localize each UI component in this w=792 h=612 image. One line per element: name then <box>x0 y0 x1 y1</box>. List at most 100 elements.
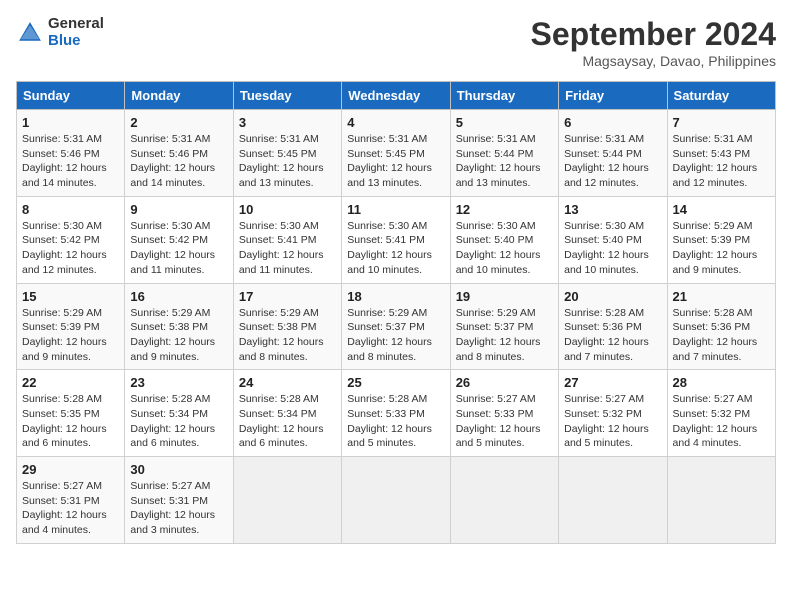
day-info: Sunrise: 5:29 AMSunset: 5:38 PMDaylight:… <box>130 306 227 365</box>
day-info: Sunrise: 5:31 AMSunset: 5:45 PMDaylight:… <box>347 132 444 191</box>
day-number: 23 <box>130 375 227 390</box>
calendar-cell <box>233 457 341 544</box>
calendar-cell: 12 Sunrise: 5:30 AMSunset: 5:40 PMDaylig… <box>450 196 558 283</box>
day-info: Sunrise: 5:27 AMSunset: 5:32 PMDaylight:… <box>673 392 770 451</box>
day-info: Sunrise: 5:30 AMSunset: 5:41 PMDaylight:… <box>239 219 336 278</box>
day-info: Sunrise: 5:29 AMSunset: 5:39 PMDaylight:… <box>22 306 119 365</box>
calendar-cell: 6 Sunrise: 5:31 AMSunset: 5:44 PMDayligh… <box>559 110 667 197</box>
day-number: 7 <box>673 115 770 130</box>
calendar-cell: 21 Sunrise: 5:28 AMSunset: 5:36 PMDaylig… <box>667 283 775 370</box>
day-info: Sunrise: 5:31 AMSunset: 5:45 PMDaylight:… <box>239 132 336 191</box>
day-number: 16 <box>130 289 227 304</box>
calendar-header-row: SundayMondayTuesdayWednesdayThursdayFrid… <box>17 82 776 110</box>
logo-blue: Blue <box>48 33 104 50</box>
day-info: Sunrise: 5:31 AMSunset: 5:43 PMDaylight:… <box>673 132 770 191</box>
logo-general: General <box>48 16 104 33</box>
day-info: Sunrise: 5:27 AMSunset: 5:31 PMDaylight:… <box>22 479 119 538</box>
calendar-week-row: 15 Sunrise: 5:29 AMSunset: 5:39 PMDaylig… <box>17 283 776 370</box>
calendar-week-row: 1 Sunrise: 5:31 AMSunset: 5:46 PMDayligh… <box>17 110 776 197</box>
calendar-cell: 17 Sunrise: 5:29 AMSunset: 5:38 PMDaylig… <box>233 283 341 370</box>
calendar-cell: 13 Sunrise: 5:30 AMSunset: 5:40 PMDaylig… <box>559 196 667 283</box>
calendar-cell: 24 Sunrise: 5:28 AMSunset: 5:34 PMDaylig… <box>233 370 341 457</box>
day-info: Sunrise: 5:28 AMSunset: 5:33 PMDaylight:… <box>347 392 444 451</box>
day-header-sunday: Sunday <box>17 82 125 110</box>
calendar-cell: 19 Sunrise: 5:29 AMSunset: 5:37 PMDaylig… <box>450 283 558 370</box>
day-number: 4 <box>347 115 444 130</box>
day-number: 9 <box>130 202 227 217</box>
calendar-cell: 28 Sunrise: 5:27 AMSunset: 5:32 PMDaylig… <box>667 370 775 457</box>
day-info: Sunrise: 5:27 AMSunset: 5:33 PMDaylight:… <box>456 392 553 451</box>
day-number: 29 <box>22 462 119 477</box>
calendar-cell: 29 Sunrise: 5:27 AMSunset: 5:31 PMDaylig… <box>17 457 125 544</box>
calendar-cell <box>342 457 450 544</box>
calendar-cell: 10 Sunrise: 5:30 AMSunset: 5:41 PMDaylig… <box>233 196 341 283</box>
day-number: 2 <box>130 115 227 130</box>
day-info: Sunrise: 5:28 AMSunset: 5:36 PMDaylight:… <box>673 306 770 365</box>
day-number: 12 <box>456 202 553 217</box>
calendar-cell: 23 Sunrise: 5:28 AMSunset: 5:34 PMDaylig… <box>125 370 233 457</box>
calendar-cell: 25 Sunrise: 5:28 AMSunset: 5:33 PMDaylig… <box>342 370 450 457</box>
day-info: Sunrise: 5:29 AMSunset: 5:39 PMDaylight:… <box>673 219 770 278</box>
calendar-cell: 16 Sunrise: 5:29 AMSunset: 5:38 PMDaylig… <box>125 283 233 370</box>
calendar-cell: 15 Sunrise: 5:29 AMSunset: 5:39 PMDaylig… <box>17 283 125 370</box>
calendar-cell: 3 Sunrise: 5:31 AMSunset: 5:45 PMDayligh… <box>233 110 341 197</box>
day-number: 19 <box>456 289 553 304</box>
day-number: 1 <box>22 115 119 130</box>
day-number: 11 <box>347 202 444 217</box>
day-header-thursday: Thursday <box>450 82 558 110</box>
calendar-cell: 4 Sunrise: 5:31 AMSunset: 5:45 PMDayligh… <box>342 110 450 197</box>
day-info: Sunrise: 5:28 AMSunset: 5:34 PMDaylight:… <box>239 392 336 451</box>
calendar-cell: 22 Sunrise: 5:28 AMSunset: 5:35 PMDaylig… <box>17 370 125 457</box>
calendar-cell: 11 Sunrise: 5:30 AMSunset: 5:41 PMDaylig… <box>342 196 450 283</box>
day-info: Sunrise: 5:29 AMSunset: 5:38 PMDaylight:… <box>239 306 336 365</box>
calendar-cell <box>667 457 775 544</box>
logo-icon <box>16 19 44 47</box>
day-number: 25 <box>347 375 444 390</box>
calendar-cell: 5 Sunrise: 5:31 AMSunset: 5:44 PMDayligh… <box>450 110 558 197</box>
calendar-cell: 20 Sunrise: 5:28 AMSunset: 5:36 PMDaylig… <box>559 283 667 370</box>
calendar-table: SundayMondayTuesdayWednesdayThursdayFrid… <box>16 81 776 544</box>
title-block: September 2024 Magsaysay, Davao, Philipp… <box>531 16 776 69</box>
day-number: 3 <box>239 115 336 130</box>
day-info: Sunrise: 5:29 AMSunset: 5:37 PMDaylight:… <box>456 306 553 365</box>
page-header: General Blue September 2024 Magsaysay, D… <box>16 16 776 69</box>
day-info: Sunrise: 5:31 AMSunset: 5:44 PMDaylight:… <box>456 132 553 191</box>
logo: General Blue <box>16 16 104 49</box>
calendar-cell: 7 Sunrise: 5:31 AMSunset: 5:43 PMDayligh… <box>667 110 775 197</box>
day-header-friday: Friday <box>559 82 667 110</box>
day-header-saturday: Saturday <box>667 82 775 110</box>
day-number: 14 <box>673 202 770 217</box>
day-info: Sunrise: 5:30 AMSunset: 5:42 PMDaylight:… <box>22 219 119 278</box>
day-info: Sunrise: 5:30 AMSunset: 5:40 PMDaylight:… <box>564 219 661 278</box>
day-info: Sunrise: 5:30 AMSunset: 5:42 PMDaylight:… <box>130 219 227 278</box>
calendar-cell: 26 Sunrise: 5:27 AMSunset: 5:33 PMDaylig… <box>450 370 558 457</box>
day-number: 22 <box>22 375 119 390</box>
day-number: 28 <box>673 375 770 390</box>
day-number: 18 <box>347 289 444 304</box>
day-info: Sunrise: 5:31 AMSunset: 5:44 PMDaylight:… <box>564 132 661 191</box>
day-info: Sunrise: 5:28 AMSunset: 5:35 PMDaylight:… <box>22 392 119 451</box>
day-number: 21 <box>673 289 770 304</box>
day-number: 10 <box>239 202 336 217</box>
day-number: 13 <box>564 202 661 217</box>
calendar-cell: 30 Sunrise: 5:27 AMSunset: 5:31 PMDaylig… <box>125 457 233 544</box>
calendar-week-row: 8 Sunrise: 5:30 AMSunset: 5:42 PMDayligh… <box>17 196 776 283</box>
calendar-cell <box>450 457 558 544</box>
calendar-cell: 14 Sunrise: 5:29 AMSunset: 5:39 PMDaylig… <box>667 196 775 283</box>
day-number: 27 <box>564 375 661 390</box>
day-number: 5 <box>456 115 553 130</box>
day-number: 20 <box>564 289 661 304</box>
day-info: Sunrise: 5:29 AMSunset: 5:37 PMDaylight:… <box>347 306 444 365</box>
day-header-monday: Monday <box>125 82 233 110</box>
logo-text: General Blue <box>48 16 104 49</box>
day-header-tuesday: Tuesday <box>233 82 341 110</box>
day-info: Sunrise: 5:27 AMSunset: 5:32 PMDaylight:… <box>564 392 661 451</box>
day-number: 26 <box>456 375 553 390</box>
calendar-cell: 2 Sunrise: 5:31 AMSunset: 5:46 PMDayligh… <box>125 110 233 197</box>
calendar-week-row: 22 Sunrise: 5:28 AMSunset: 5:35 PMDaylig… <box>17 370 776 457</box>
day-number: 24 <box>239 375 336 390</box>
day-info: Sunrise: 5:27 AMSunset: 5:31 PMDaylight:… <box>130 479 227 538</box>
month-title: September 2024 <box>531 16 776 53</box>
day-info: Sunrise: 5:28 AMSunset: 5:34 PMDaylight:… <box>130 392 227 451</box>
day-number: 15 <box>22 289 119 304</box>
